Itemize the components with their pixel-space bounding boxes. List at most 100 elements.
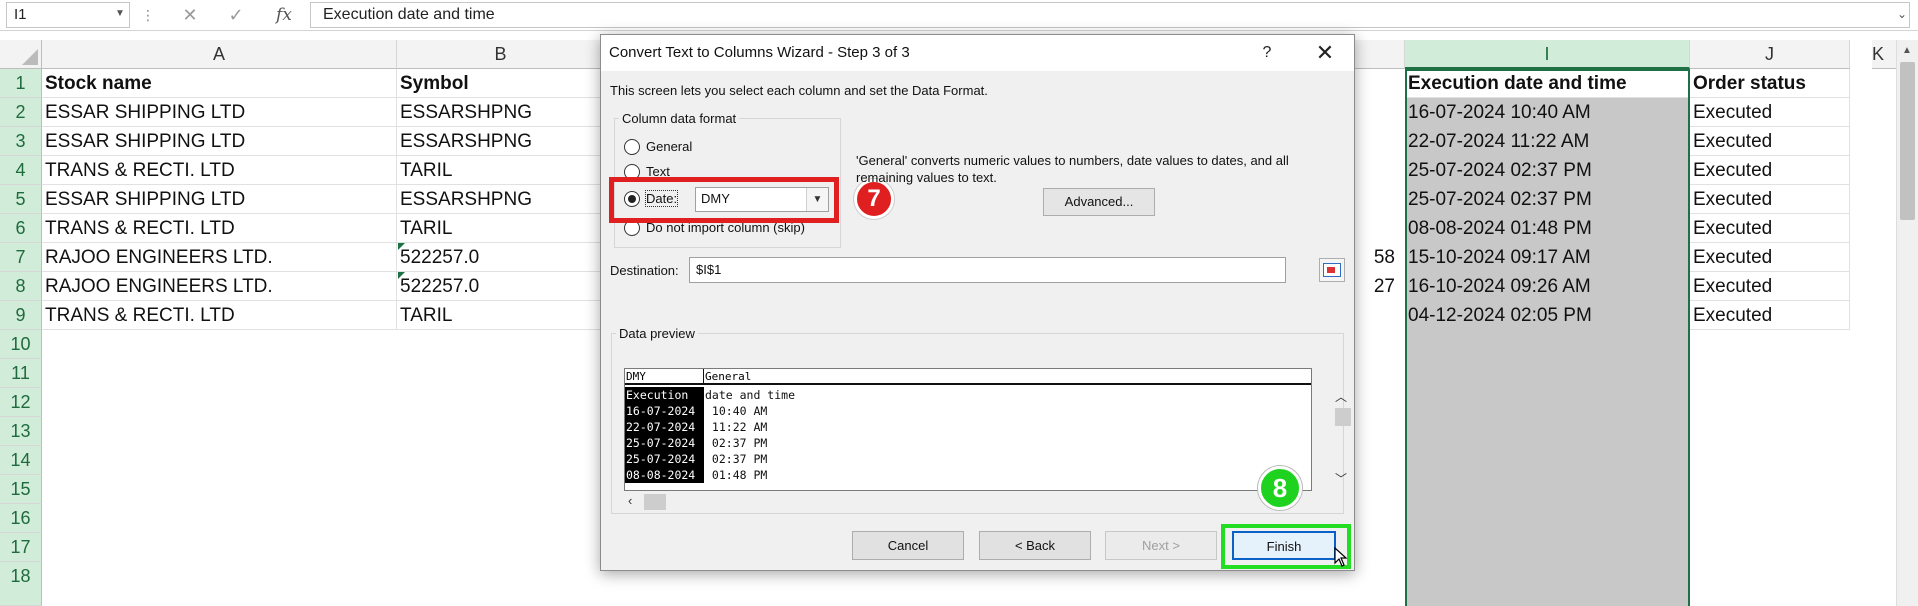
- chevron-left-icon[interactable]: ‹: [628, 493, 632, 508]
- cell-order-status[interactable]: Executed: [1690, 214, 1850, 243]
- cell-j1[interactable]: Order status: [1690, 69, 1850, 98]
- column-header-j[interactable]: J: [1690, 40, 1850, 69]
- cell-exec-date[interactable]: 25-07-2024 02:37 PM: [1405, 156, 1690, 185]
- range-picker-icon: [1323, 263, 1341, 277]
- help-icon[interactable]: ?: [1252, 39, 1282, 67]
- cell-order-status[interactable]: Executed: [1690, 243, 1850, 272]
- radio-button[interactable]: [624, 139, 640, 155]
- check-icon[interactable]: ✓: [224, 3, 248, 27]
- cell-a1[interactable]: Stock name: [42, 69, 397, 98]
- close-icon[interactable]: ✕: [178, 3, 202, 27]
- row-header[interactable]: 15: [0, 475, 42, 504]
- cell-order-status[interactable]: Executed: [1690, 98, 1850, 127]
- close-icon[interactable]: ✕: [1305, 39, 1345, 67]
- row-header[interactable]: 1: [0, 69, 42, 98]
- row-header[interactable]: 5: [0, 185, 42, 214]
- destination-label: Destination:: [610, 263, 679, 278]
- advanced-button[interactable]: Advanced...: [1043, 188, 1155, 216]
- select-all-button[interactable]: [0, 40, 42, 69]
- step-7-highlight: [609, 177, 839, 223]
- cell-symbol[interactable]: 522257.0: [397, 243, 605, 272]
- preview-vertical-scrollbar[interactable]: ︿ ﹀: [1331, 386, 1351, 490]
- step-8-badge: 8: [1258, 466, 1302, 510]
- row-header[interactable]: 18: [0, 562, 42, 606]
- row-header[interactable]: 3: [0, 127, 42, 156]
- column-header-a[interactable]: A: [42, 40, 397, 69]
- cell-exec-date[interactable]: 15-10-2024 09:17 AM: [1405, 243, 1690, 272]
- row-header[interactable]: 13: [0, 417, 42, 446]
- cell-symbol[interactable]: ESSARSHPNG: [397, 127, 605, 156]
- next-button[interactable]: Next >: [1105, 531, 1217, 560]
- cell-i1[interactable]: Execution date and time: [1405, 69, 1690, 98]
- selected-column-empty-cells[interactable]: [1405, 330, 1690, 606]
- back-button[interactable]: < Back: [979, 531, 1091, 560]
- cell-order-status[interactable]: Executed: [1690, 185, 1850, 214]
- range-picker-button[interactable]: [1319, 258, 1345, 282]
- cell-exec-date[interactable]: 16-07-2024 10:40 AM: [1405, 98, 1690, 127]
- cell-stock-name[interactable]: ESSAR SHIPPING LTD: [42, 127, 397, 156]
- cell-stock-name[interactable]: ESSAR SHIPPING LTD: [42, 185, 397, 214]
- cell-stock-name[interactable]: TRANS & RECTI. LTD: [42, 214, 397, 243]
- cell-fragment: 27: [1373, 276, 1395, 297]
- more-options-icon[interactable]: ⋮: [141, 3, 155, 27]
- row-header[interactable]: 4: [0, 156, 42, 185]
- chevron-down-icon[interactable]: ▼: [112, 2, 128, 26]
- dialog-titlebar[interactable]: Convert Text to Columns Wizard - Step 3 …: [601, 35, 1354, 71]
- cell-symbol[interactable]: TARIL: [397, 301, 605, 330]
- preview-cell: 11:22 AM: [705, 420, 768, 434]
- column-header-k[interactable]: K: [1872, 40, 1896, 69]
- cell-symbol[interactable]: 522257.0: [397, 272, 605, 301]
- row-header[interactable]: 2: [0, 98, 42, 127]
- scroll-up-icon[interactable]: ▲: [1897, 44, 1917, 58]
- general-format-note: 'General' converts numeric values to num…: [856, 153, 1289, 185]
- vertical-scrollbar[interactable]: ▲: [1896, 40, 1918, 606]
- cell-order-status[interactable]: Executed: [1690, 127, 1850, 156]
- cell-stock-name[interactable]: RAJOO ENGINEERS LTD.: [42, 243, 397, 272]
- number-as-text-indicator: [398, 243, 405, 250]
- cell-b1[interactable]: Symbol: [397, 69, 605, 98]
- scrollbar-thumb[interactable]: [1335, 408, 1351, 426]
- cell-symbol[interactable]: TARIL: [397, 214, 605, 243]
- cell-symbol[interactable]: ESSARSHPNG: [397, 98, 605, 127]
- cell-exec-date[interactable]: 08-08-2024 01:48 PM: [1405, 214, 1690, 243]
- cell-exec-date[interactable]: 16-10-2024 09:26 AM: [1405, 272, 1690, 301]
- scrollbar-thumb[interactable]: [1900, 62, 1915, 220]
- row-header[interactable]: 9: [0, 301, 42, 330]
- cell-order-status[interactable]: Executed: [1690, 156, 1850, 185]
- chevron-up-icon[interactable]: ︿: [1335, 388, 1347, 405]
- row-header[interactable]: 8: [0, 272, 42, 301]
- destination-input[interactable]: $I$1: [689, 257, 1286, 283]
- mouse-cursor-icon: [1334, 547, 1348, 567]
- cell-order-status[interactable]: Executed: [1690, 301, 1850, 330]
- chevron-down-icon[interactable]: ﹀: [1335, 470, 1347, 487]
- formula-input[interactable]: Execution date and time: [310, 2, 1910, 28]
- cell-stock-name[interactable]: ESSAR SHIPPING LTD: [42, 98, 397, 127]
- row-header[interactable]: 17: [0, 533, 42, 562]
- row-header[interactable]: 7: [0, 243, 42, 272]
- scrollbar-thumb[interactable]: [644, 494, 666, 510]
- preview-horizontal-scrollbar[interactable]: ‹: [624, 491, 1312, 511]
- cell-stock-name[interactable]: RAJOO ENGINEERS LTD.: [42, 272, 397, 301]
- row-header[interactable]: 12: [0, 388, 42, 417]
- row-header[interactable]: 16: [0, 504, 42, 533]
- expand-formula-bar-icon[interactable]: ⌄: [1892, 2, 1912, 26]
- cell-order-status[interactable]: Executed: [1690, 272, 1850, 301]
- cell-exec-date[interactable]: 04-12-2024 02:05 PM: [1405, 301, 1690, 330]
- cell-symbol[interactable]: TARIL: [397, 156, 605, 185]
- cell-symbol[interactable]: ESSARSHPNG: [397, 185, 605, 214]
- column-header-i[interactable]: I: [1405, 40, 1690, 69]
- preview-column-header[interactable]: General: [705, 369, 751, 385]
- data-preview[interactable]: DMY General Execution date and time 16-07…: [624, 368, 1351, 491]
- row-header[interactable]: 11: [0, 359, 42, 388]
- column-header-b[interactable]: B: [397, 40, 605, 69]
- cell-stock-name[interactable]: TRANS & RECTI. LTD: [42, 301, 397, 330]
- cell-stock-name[interactable]: TRANS & RECTI. LTD: [42, 156, 397, 185]
- row-header[interactable]: 14: [0, 446, 42, 475]
- preview-column-header[interactable]: DMY: [625, 369, 704, 385]
- cell-exec-date[interactable]: 25-07-2024 02:37 PM: [1405, 185, 1690, 214]
- cancel-button[interactable]: Cancel: [852, 531, 964, 560]
- row-header[interactable]: 6: [0, 214, 42, 243]
- insert-function-button[interactable]: fx: [270, 3, 298, 27]
- cell-exec-date[interactable]: 22-07-2024 11:22 AM: [1405, 127, 1690, 156]
- row-header[interactable]: 10: [0, 330, 42, 359]
